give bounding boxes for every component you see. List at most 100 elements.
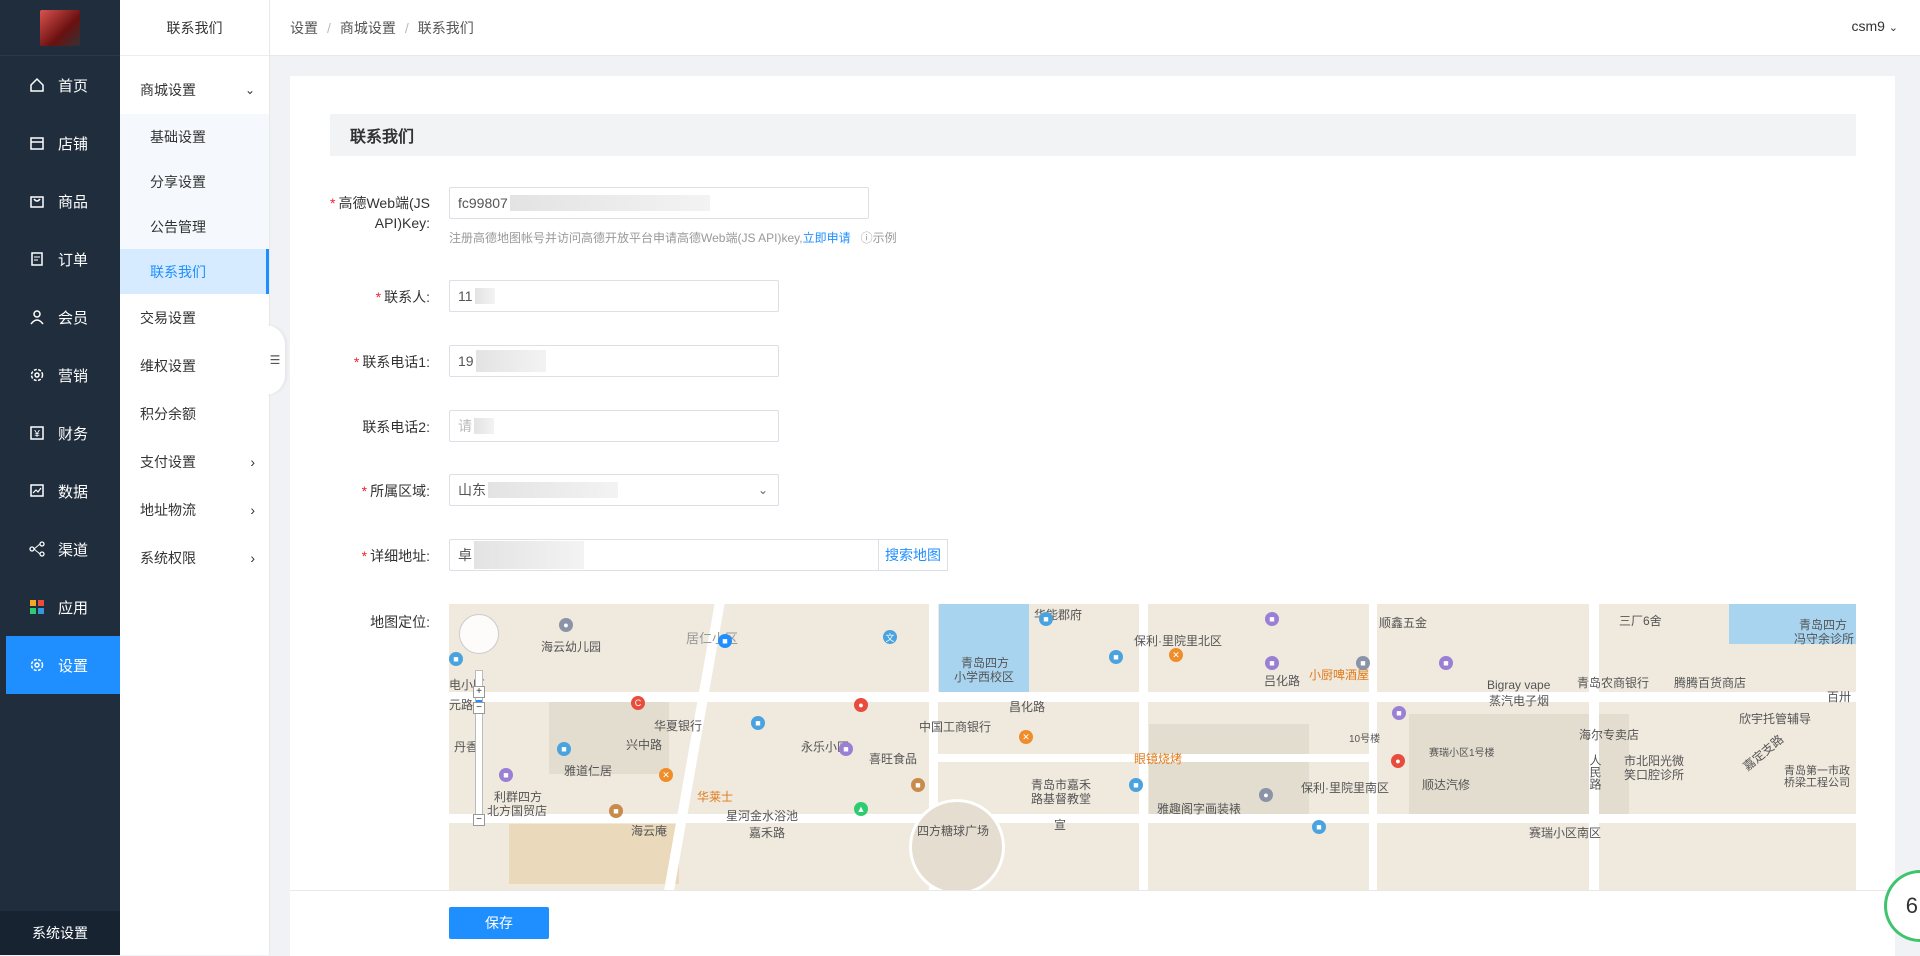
nav-item-finance[interactable]: ¥ 财务 (0, 404, 120, 462)
amap-key-hint: 注册高德地图帐号并访问高德开放平台申请高德Web端(JS API)key,立即申… (449, 231, 897, 245)
collapse-menu-toggle[interactable]: ☰ (265, 325, 285, 395)
submenu-title: 联系我们 (120, 0, 269, 56)
map-label: 雅道仁居 (564, 764, 613, 778)
food-icon: ✕ (1169, 648, 1183, 662)
submenu-item-notice[interactable]: 公告管理 (120, 204, 269, 249)
shop-icon: ■ (499, 768, 513, 782)
map-label: 蒸汽电子烟 (1489, 694, 1550, 708)
submenu-group-payment[interactable]: 支付设置 › (120, 438, 269, 486)
shop-icon: ■ (1392, 706, 1406, 720)
settings-icon (28, 656, 46, 674)
nav-item-order[interactable]: 订单 (0, 230, 120, 288)
map-label: 嘉定支路 (1740, 732, 1787, 774)
chevron-down-icon: ⌄ (244, 83, 255, 97)
home-icon (28, 76, 46, 94)
bank-icon: C (631, 696, 645, 710)
map-label: 小学西校区 (954, 670, 1015, 684)
save-button[interactable]: 保存 (449, 907, 549, 939)
map-label: 嘉禾路 (749, 826, 786, 840)
map-label: 海尔专卖店 (1579, 728, 1640, 742)
user-menu[interactable]: csm9 ⌄ (1851, 18, 1898, 34)
map-label: 兴中路 (626, 738, 663, 752)
chevron-down-icon: ⌄ (757, 483, 768, 497)
map-label: 10号楼 (1349, 734, 1381, 745)
amap-key-label: * 高德Web端(JS API)Key: (330, 195, 430, 231)
map-label: 百卅 (1827, 690, 1852, 704)
shop-icon: ■ (1439, 656, 1453, 670)
chevron-right-icon: › (250, 454, 255, 470)
zoom-in-button[interactable]: + (473, 686, 485, 698)
building-icon: ■ (751, 716, 765, 730)
zoom-out-button[interactable]: − (473, 702, 485, 714)
submenu-item-points[interactable]: 积分余额 (120, 390, 269, 438)
map-label: 昌化路 (1009, 700, 1046, 714)
square-icon: ▲ (854, 802, 868, 816)
apps-icon (28, 598, 46, 616)
system-settings-link[interactable]: 系统设置 (0, 911, 120, 955)
map-label: 桥梁工程公司 (1784, 777, 1850, 789)
submenu-group-logistics[interactable]: 地址物流 › (120, 486, 269, 534)
map-label: 宣 (1054, 818, 1067, 832)
location-map[interactable]: 海云幼儿园 居仁小区 华能郡府 青岛四方 小学西校区 保利·里院里北区 顺鑫五金… (449, 604, 1856, 894)
breadcrumb-item[interactable]: 设置 (290, 18, 318, 38)
church-icon: ■ (911, 778, 925, 792)
building-icon: ■ (1312, 820, 1326, 834)
apply-link[interactable]: 立即申请 (803, 231, 851, 245)
shop-icon: ■ (1265, 612, 1279, 626)
submenu-item-basic[interactable]: 基础设置 (120, 114, 269, 159)
nav-item-data[interactable]: 数据 (0, 462, 120, 520)
nav-item-goods[interactable]: 商品 (0, 172, 120, 230)
map-label: 保利·里院里南区 (1301, 781, 1389, 795)
logo[interactable] (0, 0, 120, 56)
submenu-item-trade[interactable]: 交易设置 (120, 294, 269, 342)
phone2-input[interactable]: 请 (449, 410, 779, 442)
submenu-group-mall-settings[interactable]: 商城设置 ⌄ (120, 66, 269, 114)
submenu-item-rights[interactable]: 维权设置 (120, 342, 269, 390)
submenu-item-contact[interactable]: 联系我们 (120, 249, 269, 294)
map-label: Bigray vape (1487, 678, 1551, 692)
school-icon: 文 (883, 630, 897, 644)
map-road (1589, 604, 1599, 894)
map-label: 欣宇托管辅导 (1739, 712, 1812, 726)
breadcrumb-item[interactable]: 商城设置 (340, 18, 396, 38)
map-label: 顺鑫五金 (1379, 616, 1428, 630)
example-link[interactable]: 示例 (873, 231, 897, 245)
map-label: 笑口腔诊所 (1624, 768, 1685, 782)
zoom-min-button[interactable]: − (473, 814, 485, 826)
submenu-item-share[interactable]: 分享设置 (120, 159, 269, 204)
building-icon: ■ (1109, 650, 1123, 664)
bank-icon: ■ (1356, 656, 1370, 670)
nav-item-home[interactable]: 首页 (0, 56, 120, 114)
phone1-label: * 联系电话1: (353, 354, 430, 370)
map-zoom-control[interactable]: + − − (459, 614, 499, 826)
map-label: 吕化路 (1264, 674, 1301, 688)
svg-text:¥: ¥ (33, 429, 40, 440)
phone1-input[interactable]: 19 (449, 345, 779, 377)
school-icon: ● (559, 618, 573, 632)
region-label: * 所属区域: (361, 483, 430, 499)
map-label: 腾腾百货商店 (1674, 676, 1747, 690)
nav-item-member[interactable]: 会员 (0, 288, 120, 346)
poi-icon: ■ (609, 804, 623, 818)
map-pan-control[interactable] (459, 614, 499, 654)
contact-input[interactable]: 11 (449, 280, 779, 312)
section-title: 联系我们 (330, 114, 1856, 156)
amap-key-input[interactable]: fc99807 (449, 187, 869, 219)
nav-item-store[interactable]: 店铺 (0, 114, 120, 172)
top-bar: 设置 / 商城设置 / 联系我们 csm9 ⌄ (270, 0, 1920, 56)
address-label: * 详细地址: (361, 548, 430, 564)
nav-item-apps[interactable]: 应用 (0, 578, 120, 636)
submenu-group-permissions[interactable]: 系统权限 › (120, 534, 269, 582)
building-icon: ■ (1039, 612, 1053, 626)
address-input[interactable]: 卓 (449, 539, 879, 571)
map-label: 喜旺食品 (869, 752, 918, 766)
nav-item-channel[interactable]: 渠道 (0, 520, 120, 578)
map-label: 星河金水浴池 (726, 809, 799, 823)
region-select[interactable]: 山东 ⌄ (449, 474, 779, 506)
nav-item-settings[interactable]: 设置 (6, 636, 120, 694)
building-icon: ■ (1129, 778, 1143, 792)
map-label: 中国工商银行 (919, 720, 992, 734)
search-map-button[interactable]: 搜索地图 (878, 539, 948, 571)
nav-item-marketing[interactable]: 营销 (0, 346, 120, 404)
map-label: 四方糖球广场 (917, 824, 990, 838)
